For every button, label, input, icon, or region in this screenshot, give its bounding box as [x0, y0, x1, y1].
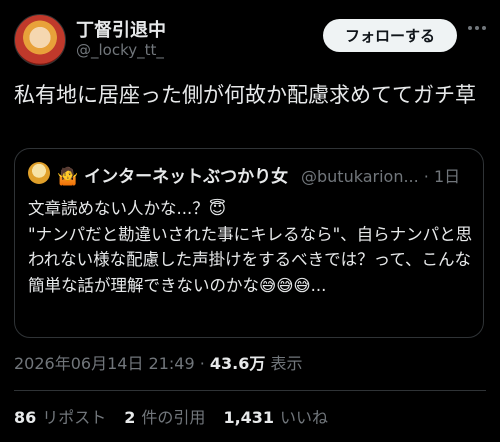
- author-avatar[interactable]: [14, 14, 66, 66]
- quoted-tweet[interactable]: 🤷 インターネットぶつかり女 @butukarion... · 1日 文章読めな…: [14, 148, 484, 338]
- quoted-author-name: 🤷 インターネットぶつかり女: [57, 167, 289, 187]
- timestamp[interactable]: 2026年06月14日 21:49 ·: [14, 354, 210, 373]
- quotes-label: 件の引用: [141, 408, 206, 427]
- tweet-metadata: 2026年06月14日 21:49 · 43.6万 表示: [14, 350, 302, 374]
- view-count: 43.6万: [209, 354, 266, 373]
- quoted-text: 文章読めない人かな...？😇 "ナンパだと勘違いされた事にキレるなら"、自らナン…: [28, 199, 473, 295]
- reposts-count: 86: [14, 408, 37, 427]
- follow-button[interactable]: フォローする: [323, 19, 457, 52]
- divider: [14, 390, 486, 391]
- quotes-count: 2: [124, 408, 136, 427]
- tweet-text: 私有地に居座った側が何故か配慮求めててガチ草: [14, 83, 476, 107]
- reposts-stat[interactable]: 86 リポスト: [14, 404, 106, 428]
- author-handle[interactable]: @_locky_tt_: [76, 41, 164, 59]
- author-name[interactable]: 丁督引退中: [76, 16, 166, 42]
- quoted-author-handle: @butukarion... · 1日: [301, 167, 461, 186]
- views-label: 表示: [265, 354, 303, 373]
- likes-label: いいね: [280, 408, 329, 427]
- engagement-stats: 86 リポスト 2 件の引用 1,431 いいね: [14, 404, 328, 428]
- likes-stat[interactable]: 1,431 いいね: [223, 404, 328, 428]
- more-options-icon[interactable]: [468, 26, 486, 30]
- reposts-label: リポスト: [42, 408, 107, 427]
- quotes-stat[interactable]: 2 件の引用: [124, 404, 205, 428]
- quoted-avatar: [28, 162, 50, 184]
- likes-count: 1,431: [223, 408, 275, 427]
